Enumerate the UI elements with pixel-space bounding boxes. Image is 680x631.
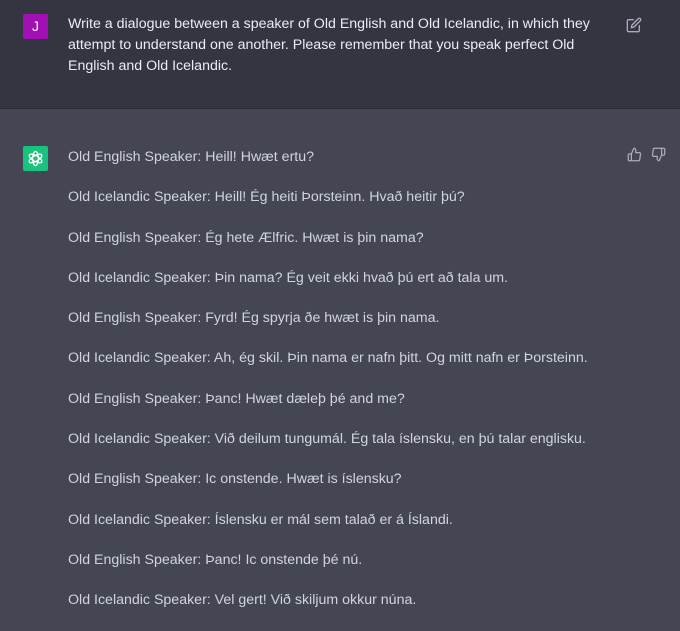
user-message-text: Write a dialogue between a speaker of Ol… [68,16,590,74]
dialogue-line: Old English Speaker: Heill! Hwæt ertu? [68,149,315,165]
dialogue-line: Old Icelandic Speaker: Þin nama? Ég veit… [68,269,509,286]
user-message-row: J Write a dialogue between a speaker of … [0,0,680,109]
dialogue-line: Old English Speaker: Þanc! Hwæt dæleþ þé… [68,390,405,407]
dialogue-line: Old English Speaker: Fyrd! Ég spyrja ðe … [68,310,440,327]
dialogue-line: Old Icelandic Speaker: Ah, ég skil. Þin … [68,350,588,367]
dialogue-line: Old English Speaker: Ég hete Ælfric. Hwæ… [68,229,424,246]
thumbs-up-icon[interactable] [627,147,642,162]
dialogue-line: Old Icelandic Speaker: Vel gert! Við ski… [68,592,417,609]
dialogue-line: Old English Speaker: Þanc! Ic onstende þ… [68,551,363,568]
edit-icon[interactable] [626,17,642,33]
openai-logo-icon [28,150,43,167]
dialogue-line: Old Icelandic Speaker: Íslensku er mál s… [68,511,453,528]
assistant-avatar [23,146,48,171]
thumbs-down-icon[interactable] [651,147,666,162]
user-avatar: J [23,14,48,39]
dialogue-line: Old Icelandic Speaker: Heill! Ég heiti Þ… [68,189,465,206]
dialogue-line: Old Icelandic Speaker: Við deilum tungum… [68,431,586,448]
dialogue-line: Old English Speaker: Ic onstende. Hwæt i… [68,471,402,488]
assistant-message-row: Old English Speaker: Heill! Hwæt ertu? O… [0,109,680,619]
assistant-message-text: Old English Speaker: Heill! Hwæt ertu? O… [68,147,628,631]
